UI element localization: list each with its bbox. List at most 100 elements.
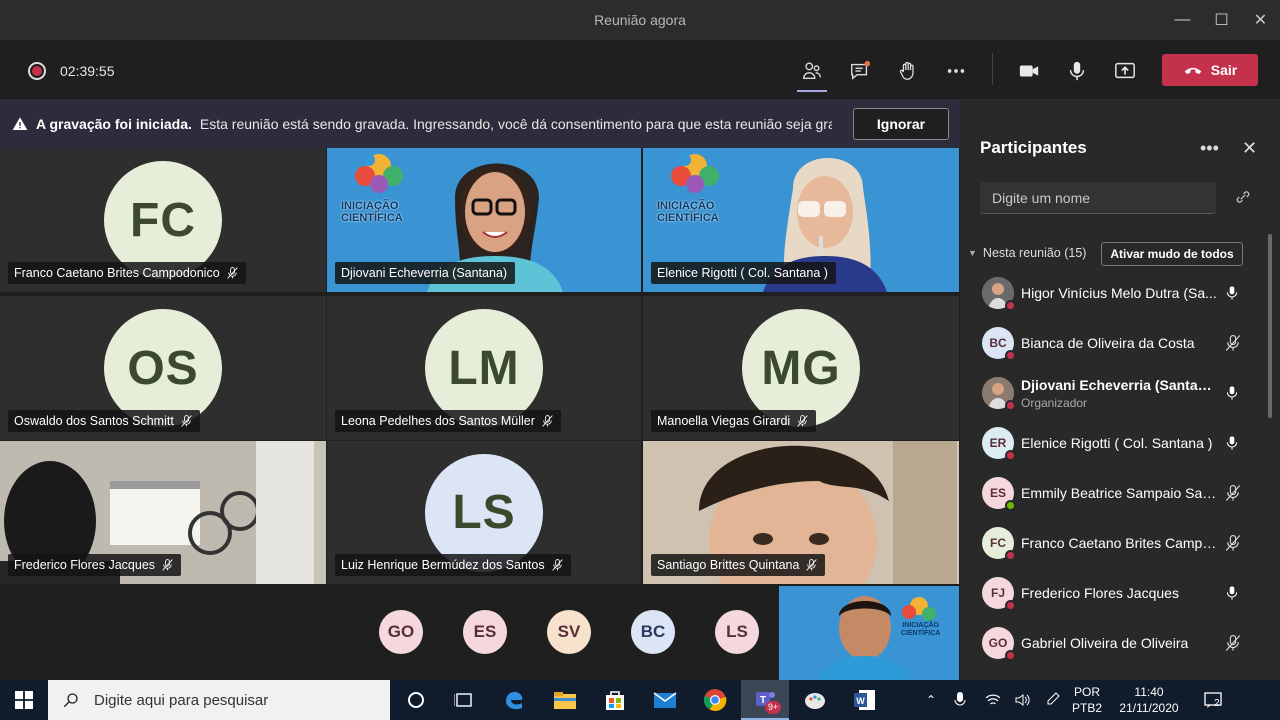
participant-list-item[interactable]: BC Bianca de Oliveira da Costa (960, 318, 1260, 368)
cortana-icon (408, 692, 424, 708)
raise-hand-icon (899, 61, 914, 80)
mic-icon[interactable] (1224, 384, 1242, 402)
minimize-button[interactable]: — (1163, 0, 1202, 40)
camera-button[interactable] (1012, 54, 1046, 88)
task-view-button[interactable] (440, 680, 488, 720)
pen-icon[interactable] (1038, 692, 1068, 708)
leave-button[interactable]: Sair (1162, 54, 1258, 86)
taskbar-search-placeholder: Digite aqui para pesquisar (94, 691, 269, 709)
overflow-participant-avatar[interactable]: ES (463, 610, 507, 654)
participant-name-tag: Luiz Henrique Bermúdez dos Santos (335, 554, 571, 576)
system-tray: ⌃ POR PTB2 11:40 21/11/2020 2 (920, 680, 1234, 720)
overflow-participant-avatar[interactable]: GO (379, 610, 423, 654)
mic-icon[interactable] (1224, 584, 1242, 602)
participant-name-tag: Djiovani Echeverria (Santana) (335, 262, 516, 284)
participants-button[interactable] (795, 54, 829, 92)
panel-more-icon[interactable]: ••• (1200, 138, 1219, 159)
participant-list-item[interactable]: ES Emmily Beatrice Sampaio Sart... (960, 468, 1260, 518)
panel-close-icon[interactable]: ✕ (1242, 138, 1257, 159)
participant-tile[interactable]: INICIAÇÃO CIENTÍFICA Elenice Rigotti ( Col… (643, 148, 959, 292)
share-screen-button[interactable] (1108, 54, 1142, 88)
mic-icon[interactable] (1224, 284, 1242, 302)
show-hidden-icons-icon[interactable]: ⌃ (920, 693, 942, 707)
edge-taskbar-button[interactable] (490, 680, 538, 720)
share-link-icon[interactable] (1234, 188, 1252, 206)
participant-list-item[interactable]: Djiovani Echeverria (Santana) Organizador (960, 368, 1260, 418)
self-logo-line2: CIENTÍFICA (901, 630, 941, 637)
chat-button[interactable] (843, 54, 877, 88)
store-button[interactable] (591, 680, 639, 720)
participant-tile[interactable]: Santiago Brittes Quintana (643, 441, 959, 584)
status-dot-icon (1005, 450, 1016, 461)
action-center-button[interactable]: 2 (1192, 692, 1234, 709)
file-explorer-button[interactable] (541, 680, 589, 720)
meeting-toolbar: 02:39:55 Sair (0, 40, 1280, 100)
meeting-timer: 02:39:55 (60, 63, 115, 79)
chrome-button[interactable] (691, 680, 739, 720)
network-icon[interactable] (978, 693, 1008, 707)
self-video-preview[interactable]: INICIAÇÃO CIENTÍFICA (779, 586, 959, 680)
participant-list-item[interactable]: Higor Vinícius Melo Dutra (Sa... (960, 268, 1260, 318)
overflow-participant-avatar[interactable]: SV (547, 610, 591, 654)
microphone-button[interactable] (1060, 54, 1094, 88)
participant-list-avatar: BC (982, 327, 1016, 361)
participant-list-item[interactable]: FC Franco Caetano Brites Campo... (960, 518, 1260, 568)
start-button[interactable] (0, 680, 48, 720)
ignore-button[interactable]: Ignorar (853, 108, 949, 140)
participant-list-name: Emmily Beatrice Sampaio Sart... (1021, 485, 1217, 501)
overflow-participant-avatar[interactable]: LS (715, 610, 759, 654)
mic-icon[interactable] (1224, 434, 1242, 452)
status-dot-icon (1005, 550, 1016, 561)
tray-mic-icon[interactable] (942, 692, 978, 708)
participant-tile[interactable]: LM Leona Pedelhes dos Santos Müller (327, 296, 641, 440)
participant-search-input[interactable]: Digite um nome (980, 182, 1216, 214)
word-button[interactable]: W (841, 680, 889, 720)
chat-icon (851, 60, 871, 80)
clock[interactable]: 11:40 21/11/2020 (1106, 684, 1192, 716)
language-indicator[interactable]: POR PTB2 (1068, 684, 1106, 716)
teams-badge: 9+ (765, 701, 782, 714)
participant-tile[interactable]: MG Manoella Viegas Girardi (643, 296, 959, 440)
mute-all-button[interactable]: Ativar mudo de todos (1101, 242, 1243, 266)
panel-scrollbar[interactable] (1268, 234, 1272, 418)
participant-list-item[interactable]: ER Elenice Rigotti ( Col. Santana ) (960, 418, 1260, 468)
search-icon (63, 693, 78, 708)
mic-muted-icon[interactable] (1224, 334, 1242, 352)
share-icon (1115, 62, 1135, 79)
logo-text: INICIAÇÃO CIENTÍFICA (341, 200, 403, 224)
status-dot-icon (1005, 600, 1016, 611)
task-view-icon (454, 693, 472, 707)
volume-icon[interactable] (1008, 693, 1038, 707)
more-actions-button[interactable] (939, 54, 973, 88)
participant-tile[interactable]: INICIAÇÃO CIENTÍFICA Djiovani Echeverria (… (327, 148, 641, 292)
participant-name-tag: Manoella Viegas Girardi (651, 410, 817, 432)
participant-tile[interactable]: FC Franco Caetano Brites Campodonico (0, 148, 326, 292)
participant-name-tag: Leona Pedelhes dos Santos Müller (335, 410, 561, 432)
participant-tile[interactable]: OS Oswaldo dos Santos Schmitt (0, 296, 326, 440)
paint-button[interactable] (791, 680, 839, 720)
participant-name-tag: Santiago Brittes Quintana (651, 554, 826, 576)
participant-list-item[interactable]: GO Gabriel Oliveira de Oliveira (960, 618, 1260, 668)
participant-tile[interactable]: Frederico Flores Jacques (0, 441, 326, 584)
in-meeting-group-header[interactable]: ▼ Nesta reunião (15) (968, 246, 1086, 260)
participant-list-name: Bianca de Oliveira da Costa (1021, 335, 1195, 351)
raise-hand-button[interactable] (891, 54, 925, 88)
cortana-button[interactable] (392, 680, 440, 720)
participant-tile[interactable]: LS Luiz Henrique Bermúdez dos Santos (327, 441, 641, 584)
mail-button[interactable] (641, 680, 689, 720)
mic-muted-icon[interactable] (1224, 534, 1242, 552)
taskbar-search-input[interactable]: Digite aqui para pesquisar (48, 680, 390, 720)
mic-muted-icon[interactable] (1224, 484, 1242, 502)
recording-icon (28, 62, 46, 80)
participant-list-avatar: ES (982, 477, 1016, 511)
participant-list-name: Djiovani Echeverria (Santana) (1021, 377, 1217, 393)
maximize-button[interactable]: ☐ (1202, 0, 1241, 40)
status-dot-icon (1005, 350, 1016, 361)
participant-list-name: Gabriel Oliveira de Oliveira (1021, 635, 1189, 651)
overflow-participant-avatar[interactable]: BC (631, 610, 675, 654)
participant-list-avatar: FC (982, 527, 1016, 561)
close-window-button[interactable]: ✕ (1241, 0, 1280, 40)
teams-taskbar-button[interactable]: T 9+ (741, 680, 789, 720)
participant-list-item[interactable]: FJ Frederico Flores Jacques (960, 568, 1260, 618)
mic-muted-icon[interactable] (1224, 634, 1242, 652)
